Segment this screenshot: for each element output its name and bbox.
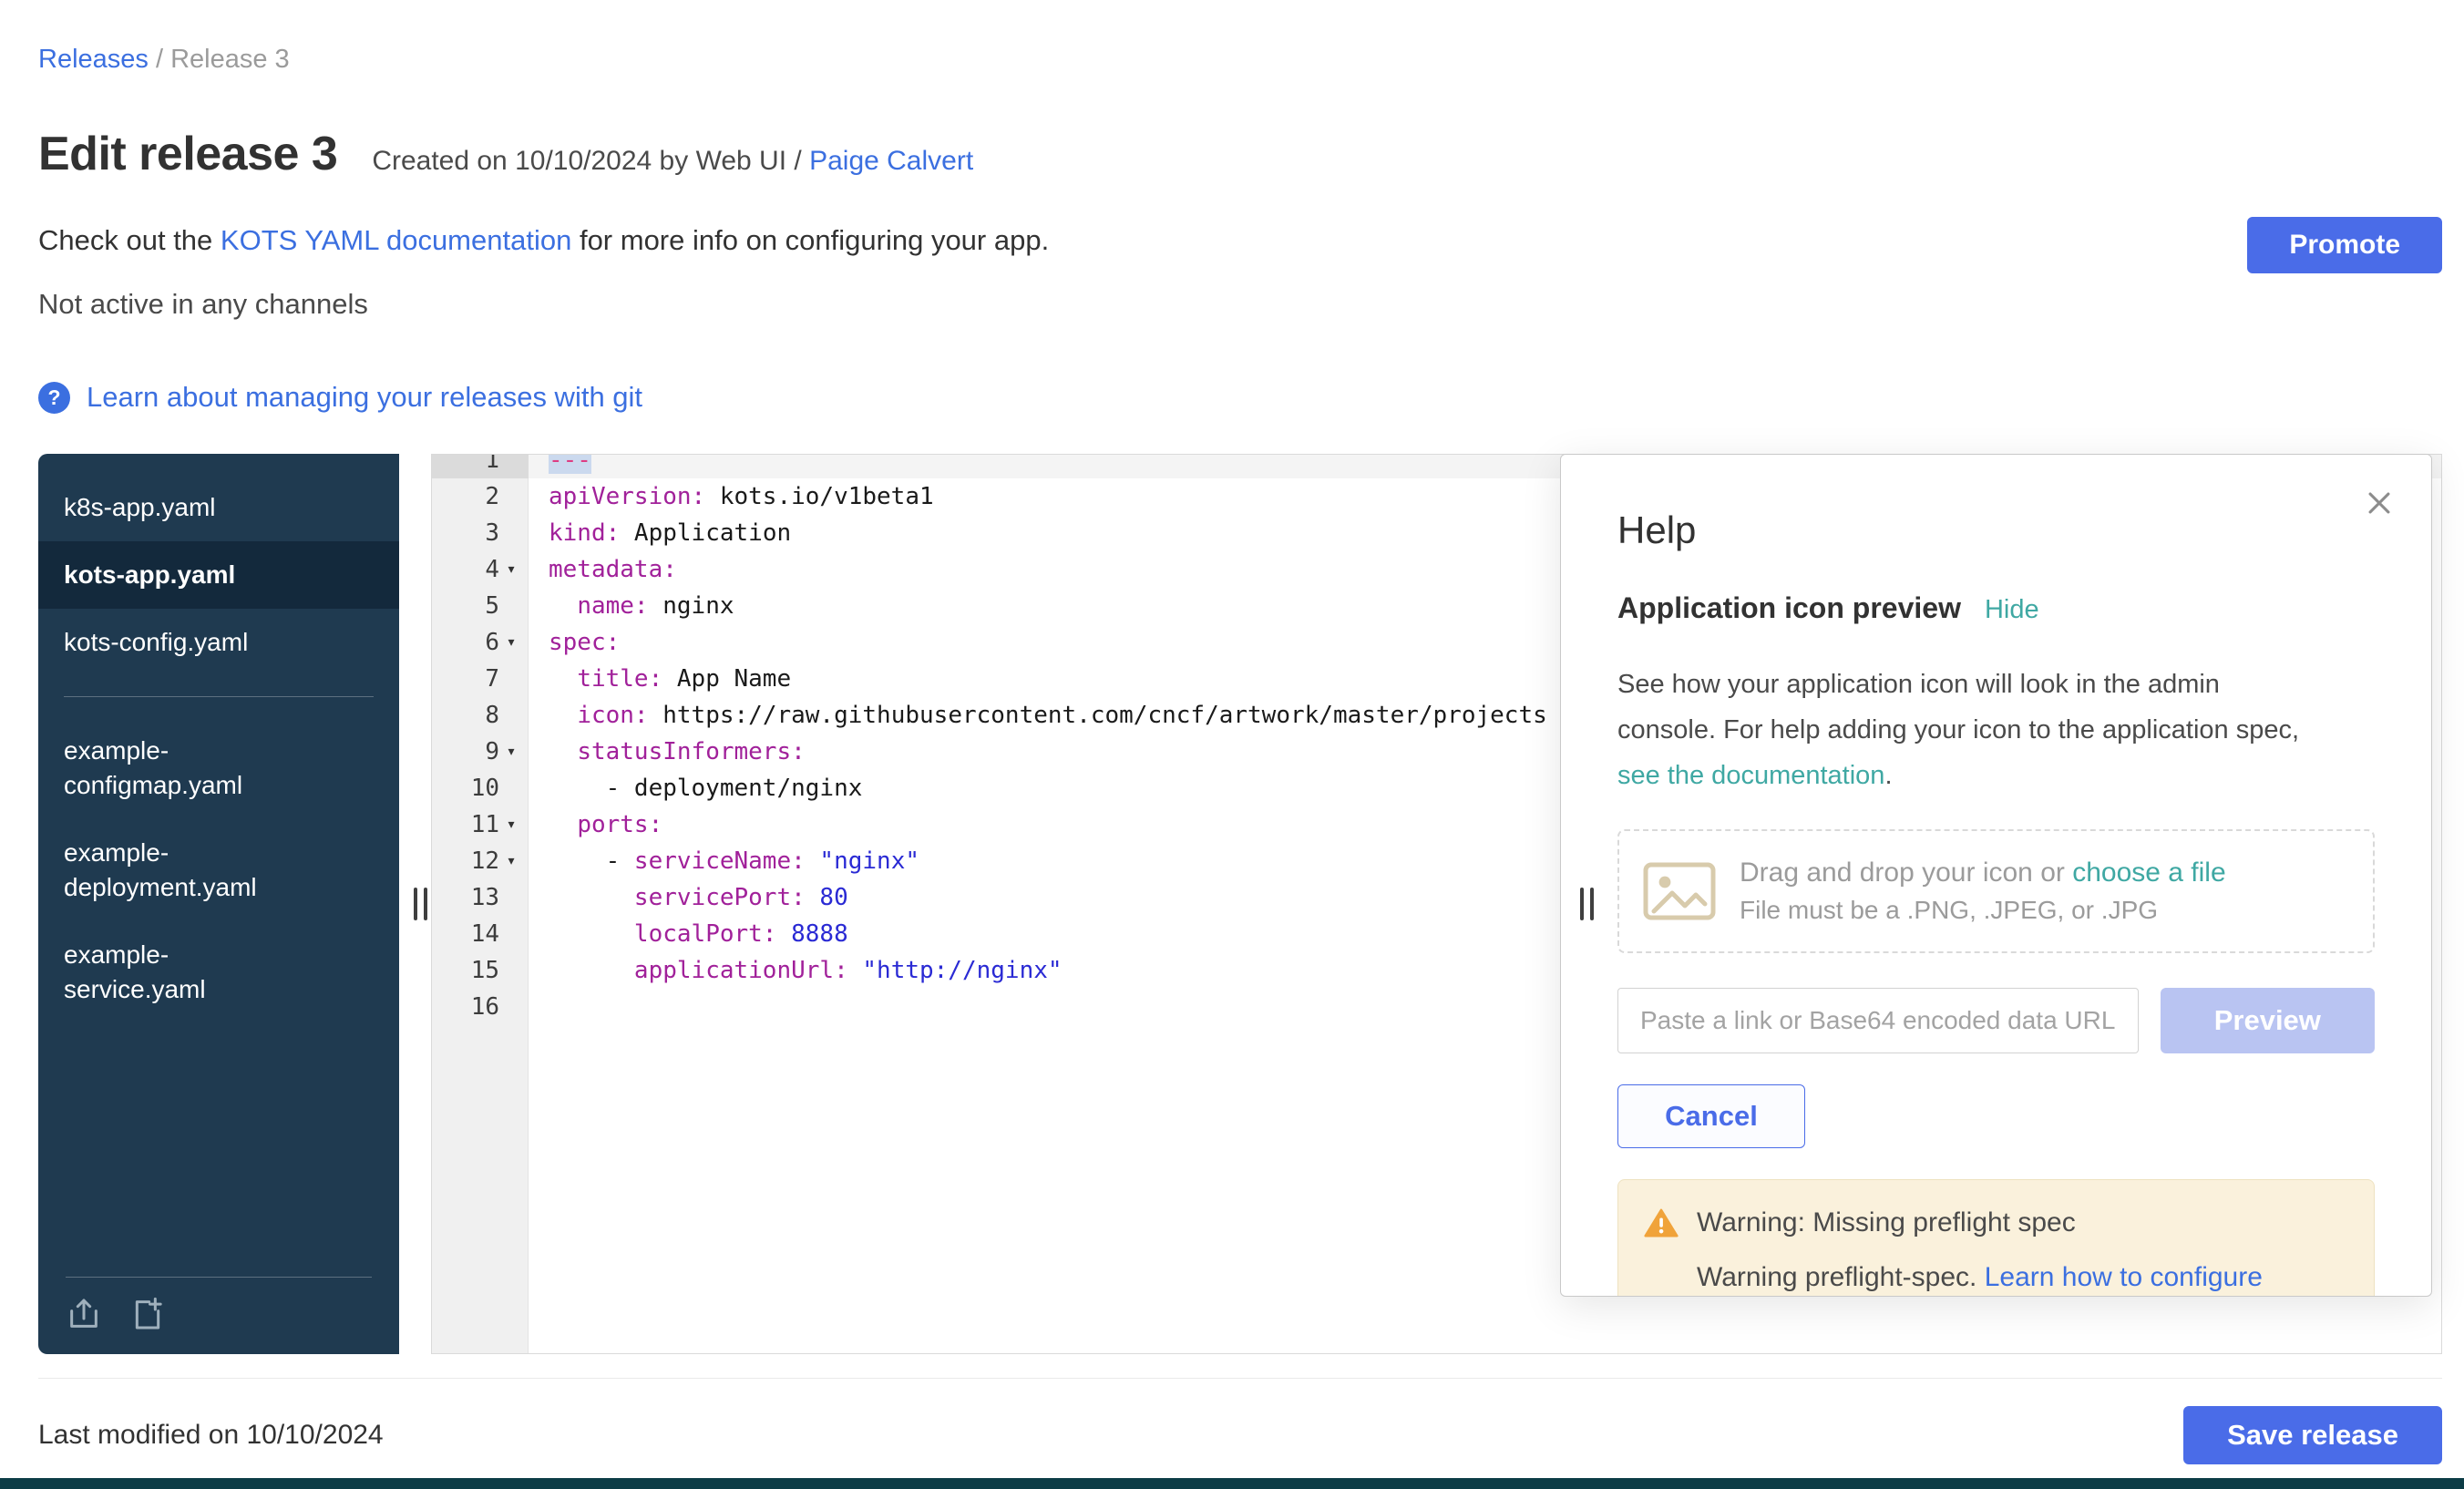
gutter-line-number[interactable]: 13 bbox=[432, 879, 529, 916]
gutter-line-number[interactable]: 15 bbox=[432, 952, 529, 989]
warning-detail-text: Warning preflight-spec. bbox=[1697, 1262, 1976, 1292]
icon-dropzone[interactable]: Drag and drop your icon or choose a file… bbox=[1617, 829, 2375, 953]
workspace: k8s-app.yaml kots-app.yaml kots-config.yam… bbox=[38, 454, 2442, 1354]
dropzone-instruction: Drag and drop your icon or choose a file bbox=[1740, 857, 2226, 888]
fold-toggle-icon[interactable]: ▾ bbox=[499, 806, 523, 843]
doc-hint: Check out the KOTS YAML documentation fo… bbox=[38, 222, 2442, 259]
dropzone-instruction-text: Drag and drop your icon or bbox=[1740, 857, 2065, 888]
close-icon[interactable] bbox=[2364, 488, 2395, 519]
file-name: example-configmap.yaml bbox=[64, 734, 308, 803]
warning-triangle-icon bbox=[1644, 1207, 1679, 1238]
file-tree-item[interactable]: example-deployment.yaml bbox=[38, 819, 399, 921]
fold-toggle-icon[interactable]: ▾ bbox=[499, 843, 523, 879]
last-modified-text: Last modified on 10/10/2024 bbox=[38, 1420, 384, 1451]
fold-toggle-icon[interactable]: ▾ bbox=[499, 734, 523, 770]
file-tree-item[interactable]: example-configmap.yaml bbox=[38, 717, 399, 819]
page-footer: Last modified on 10/10/2024 Save release bbox=[38, 1378, 2442, 1464]
gutter-line-number[interactable]: 7 bbox=[432, 661, 529, 697]
warning-title: Warning: Missing preflight spec bbox=[1697, 1207, 2076, 1238]
file-name: example-deployment.yaml bbox=[64, 836, 308, 905]
gutter-line-number[interactable]: 9▾ bbox=[432, 734, 529, 770]
file-tree-divider bbox=[64, 696, 374, 697]
gutter-line-number[interactable]: 4▾ bbox=[432, 551, 529, 588]
icon-preview-section-title: Application icon preview bbox=[1617, 591, 1961, 625]
gutter-line-number[interactable]: 1 bbox=[432, 454, 529, 478]
file-tree: k8s-app.yaml kots-app.yaml kots-config.yam… bbox=[38, 474, 399, 1023]
gutter-line-number[interactable]: 5 bbox=[432, 588, 529, 624]
file-tree-item[interactable]: kots-app.yaml bbox=[38, 541, 399, 609]
new-file-icon[interactable] bbox=[129, 1296, 166, 1332]
help-panel: Help Application icon preview Hide See h… bbox=[1560, 454, 2432, 1297]
fold-toggle-icon[interactable]: ▾ bbox=[499, 624, 523, 661]
help-panel-title: Help bbox=[1617, 509, 2375, 551]
hide-link[interactable]: Hide bbox=[1985, 595, 2039, 625]
cancel-button[interactable]: Cancel bbox=[1617, 1084, 1805, 1148]
warning-detail: Warning preflight-spec. Learn how to con… bbox=[1697, 1262, 2348, 1293]
promote-button[interactable]: Promote bbox=[2247, 217, 2442, 273]
help-panel-resize-handle[interactable] bbox=[1580, 888, 1594, 920]
page-title: Edit release 3 bbox=[38, 126, 337, 182]
breadcrumb-current: Release 3 bbox=[170, 45, 290, 74]
git-help-link[interactable]: Learn about managing your releases with … bbox=[87, 381, 642, 414]
sidebar-footer bbox=[38, 1258, 399, 1354]
gutter-line-number[interactable]: 10 bbox=[432, 770, 529, 806]
gutter-line-number[interactable]: 8 bbox=[432, 697, 529, 734]
gutter-line-number[interactable]: 6▾ bbox=[432, 624, 529, 661]
file-tree-sidebar: k8s-app.yaml kots-app.yaml kots-config.yam… bbox=[38, 454, 399, 1354]
file-tree-item[interactable]: k8s-app.yaml bbox=[38, 474, 399, 541]
created-text: Created on 10/10/2024 by Web UI / bbox=[372, 146, 801, 176]
git-help-row: ? Learn about managing your releases wit… bbox=[38, 377, 2442, 417]
icon-url-input[interactable] bbox=[1617, 988, 2139, 1053]
image-placeholder-icon bbox=[1643, 862, 1716, 920]
sidebar-footer-divider bbox=[66, 1277, 372, 1278]
upload-file-icon[interactable] bbox=[66, 1296, 102, 1332]
preflight-warning-box: Warning: Missing preflight spec Warning … bbox=[1617, 1179, 2375, 1297]
file-name: k8s-app.yaml bbox=[64, 490, 216, 525]
file-name: example-service.yaml bbox=[64, 938, 308, 1007]
preview-button[interactable]: Preview bbox=[2161, 988, 2375, 1053]
gutter-line-number[interactable]: 14 bbox=[432, 916, 529, 952]
doc-hint-suffix: for more info on configuring your app. bbox=[580, 224, 1049, 256]
fold-toggle-icon[interactable]: ▾ bbox=[499, 551, 523, 588]
author-link[interactable]: Paige Calvert bbox=[809, 146, 973, 176]
file-tree-item[interactable]: example-service.yaml bbox=[38, 921, 399, 1023]
help-description-line1: See how your application icon will look … bbox=[1617, 670, 2220, 699]
help-description-line2: console. For help adding your icon to th… bbox=[1617, 715, 2299, 744]
configure-preflight-link[interactable]: Learn how to configure bbox=[1985, 1262, 2263, 1292]
gutter-line-number[interactable]: 3 bbox=[432, 515, 529, 551]
breadcrumb-releases-link[interactable]: Releases bbox=[38, 45, 149, 74]
kots-yaml-docs-link[interactable]: KOTS YAML documentation bbox=[221, 224, 571, 256]
breadcrumb: Releases / Release 3 bbox=[38, 0, 2442, 75]
help-description: See how your application icon will look … bbox=[1617, 662, 2375, 798]
gutter-line-number[interactable]: 12▾ bbox=[432, 843, 529, 879]
gutter-line-number[interactable]: 11▾ bbox=[432, 806, 529, 843]
see-documentation-link[interactable]: see the documentation bbox=[1617, 761, 1884, 790]
help-description-suffix: . bbox=[1884, 761, 1892, 790]
question-mark-icon[interactable]: ? bbox=[38, 382, 70, 414]
bottom-accent-bar bbox=[0, 1478, 2464, 1489]
sidebar-resize-handle[interactable] bbox=[414, 888, 427, 920]
dropzone-file-types: File must be a .PNG, .JPEG, or .JPG bbox=[1740, 896, 2226, 925]
edit-release-page: Releases / Release 3 Edit release 3 Crea… bbox=[0, 0, 2464, 1489]
gutter-line-number[interactable]: 2 bbox=[432, 478, 529, 515]
file-tree-item[interactable]: kots-config.yaml bbox=[38, 609, 399, 676]
save-release-button[interactable]: Save release bbox=[2183, 1406, 2442, 1464]
breadcrumb-separator: / bbox=[156, 45, 163, 74]
file-name: kots-app.yaml bbox=[64, 558, 235, 592]
choose-file-link[interactable]: choose a file bbox=[2072, 857, 2225, 888]
doc-hint-prefix: Check out the bbox=[38, 224, 212, 256]
file-name: kots-config.yaml bbox=[64, 625, 248, 660]
gutter-line-number[interactable]: 16 bbox=[432, 989, 529, 1025]
channel-status: Not active in any channels bbox=[38, 286, 2442, 323]
created-info: Created on 10/10/2024 by Web UI / Paige … bbox=[372, 146, 973, 177]
